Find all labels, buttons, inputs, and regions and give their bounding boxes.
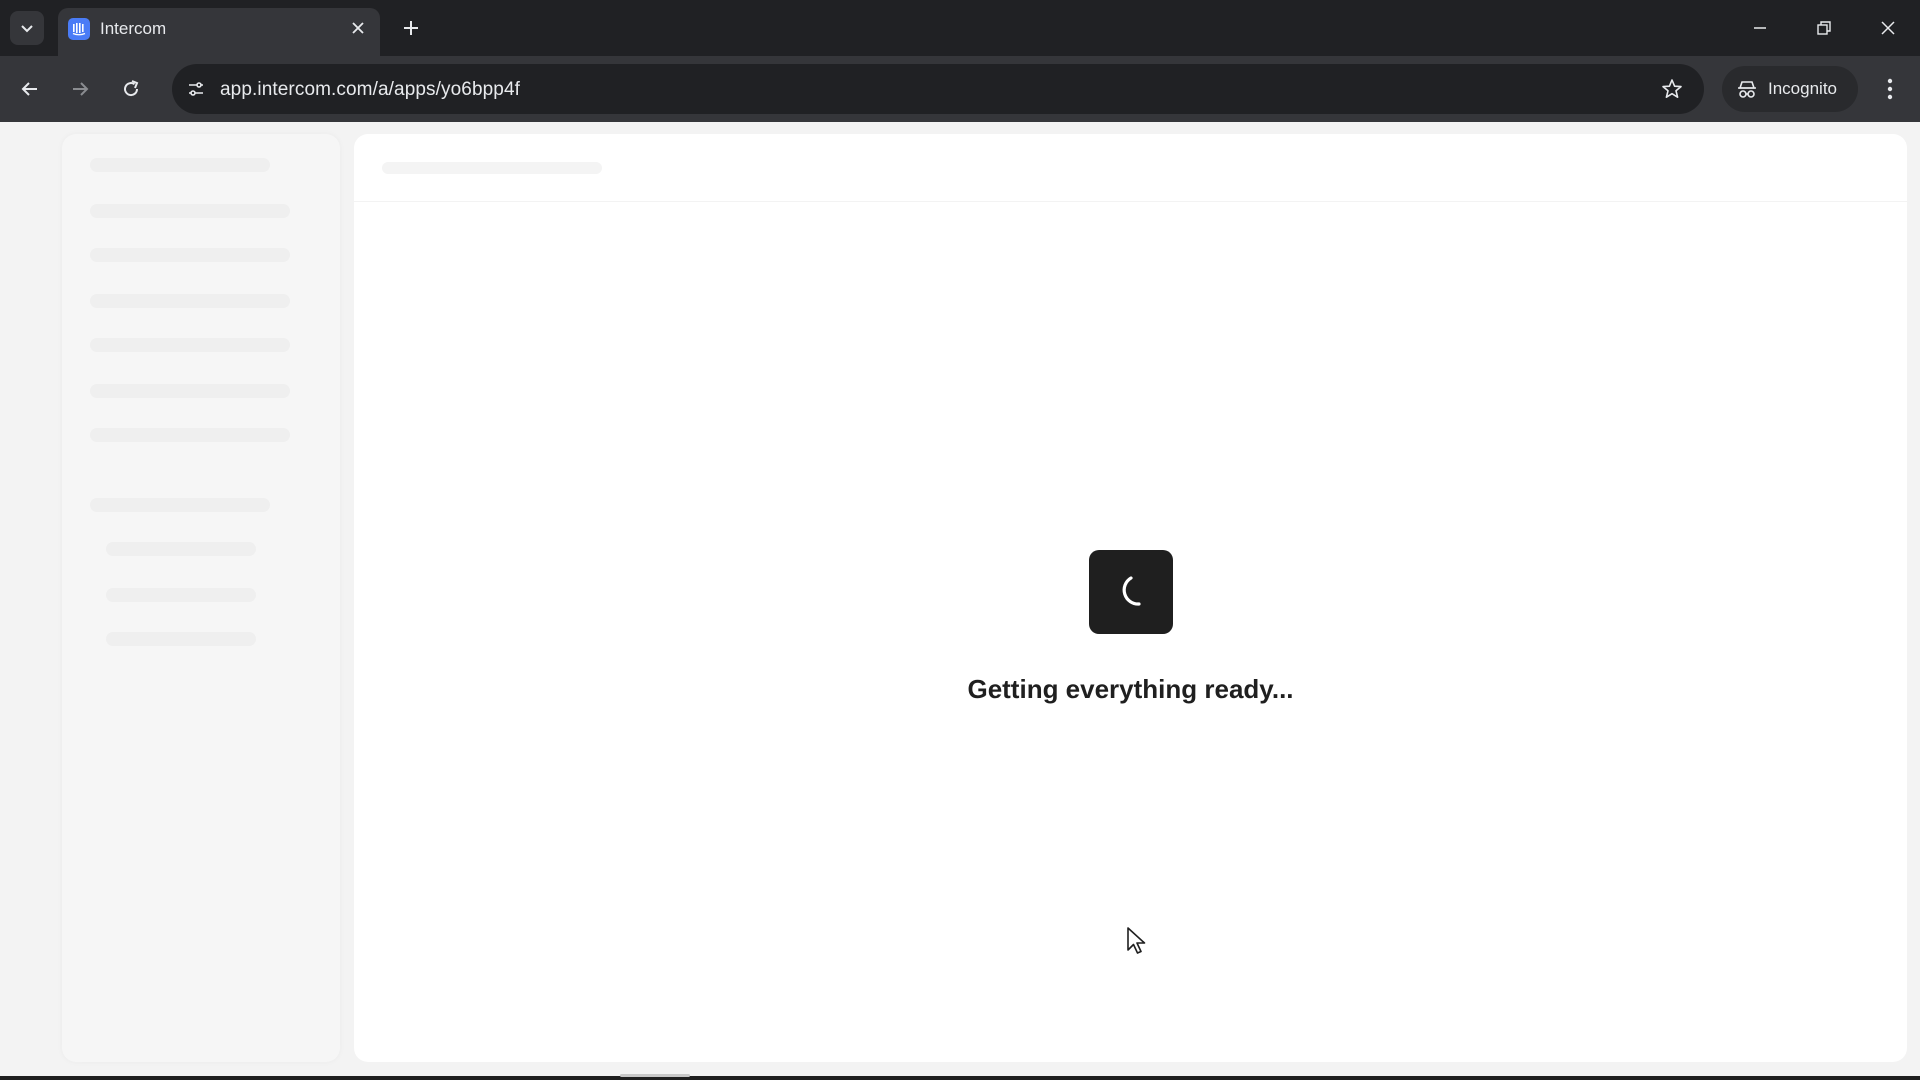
incognito-icon [1738, 81, 1756, 98]
skeleton-line [90, 338, 290, 352]
plus-icon [404, 21, 418, 35]
browser-tab-strip: Intercom [0, 0, 1920, 56]
bookmark-button[interactable] [1654, 71, 1690, 107]
skeleton-line [90, 428, 290, 442]
more-vertical-icon [1887, 78, 1893, 100]
close-icon [352, 22, 364, 34]
spinner-icon [1122, 576, 1141, 606]
sidebar-skeleton [62, 134, 340, 1062]
close-icon [1881, 21, 1895, 35]
tab-search-button[interactable] [10, 11, 44, 45]
close-window-button[interactable] [1856, 0, 1920, 56]
back-button[interactable] [12, 71, 48, 107]
skeleton-line [90, 294, 290, 308]
arrow-left-icon [21, 82, 37, 96]
loading-message: Getting everything ready... [967, 674, 1294, 704]
incognito-label: Incognito [1768, 79, 1837, 98]
restore-button[interactable] [1792, 0, 1856, 56]
skeleton-line [90, 158, 270, 172]
skeleton-line [382, 162, 602, 174]
address-bar[interactable]: app.intercom.com/a/apps/yo6bpp4f [172, 64, 1704, 114]
browser-tab-intercom[interactable]: Intercom [58, 8, 380, 56]
skeleton-line [106, 542, 256, 556]
reload-icon [124, 80, 139, 97]
skeleton-line [90, 248, 290, 262]
skeleton-line [106, 588, 256, 602]
site-info-button[interactable] [178, 71, 214, 107]
chevron-down-icon [21, 25, 33, 33]
forward-button[interactable] [62, 71, 98, 107]
page-viewport: Getting everything ready... [0, 122, 1920, 1076]
skeleton-line [90, 204, 290, 218]
skeleton-line [106, 632, 256, 646]
browser-toolbar: app.intercom.com/a/apps/yo6bpp4f Incogni… [0, 56, 1920, 122]
new-tab-button[interactable] [394, 11, 428, 45]
mouse-cursor-icon [1127, 927, 1146, 954]
skeleton-line [90, 384, 290, 398]
url-text: app.intercom.com/a/apps/yo6bpp4f [220, 79, 520, 100]
scroll-handle[interactable] [620, 1074, 690, 1077]
intercom-logo-icon [68, 18, 90, 40]
browser-menu-button[interactable] [1872, 71, 1908, 107]
minimize-button[interactable] [1728, 0, 1792, 56]
tune-icon [189, 82, 203, 96]
tab-title: Intercom [100, 19, 167, 38]
minimize-icon [1754, 27, 1766, 29]
loading-spinner [1089, 550, 1173, 634]
incognito-profile-button[interactable]: Incognito [1722, 66, 1858, 112]
tab-close-button[interactable] [344, 14, 372, 42]
star-icon [1662, 79, 1682, 98]
bottom-edge [0, 1076, 1920, 1080]
skeleton-line [90, 498, 270, 512]
main-header-skeleton [354, 134, 1907, 202]
restore-icon [1817, 21, 1831, 35]
main-panel: Getting everything ready... [354, 134, 1907, 1062]
arrow-right-icon [73, 82, 89, 96]
reload-button[interactable] [113, 71, 149, 107]
